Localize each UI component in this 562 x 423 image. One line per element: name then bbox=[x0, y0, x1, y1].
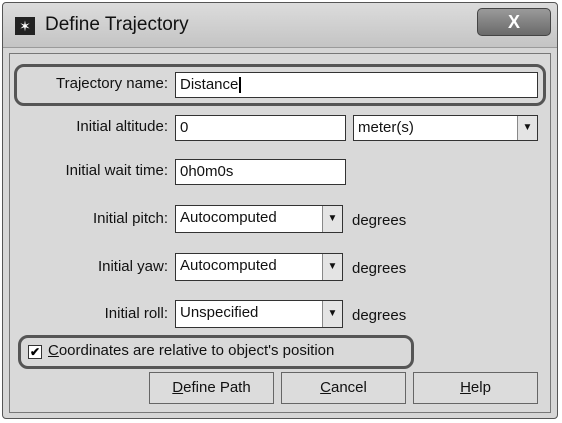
define-path-mnemonic: D bbox=[172, 379, 184, 396]
help-button[interactable]: Help bbox=[413, 372, 538, 404]
trajectory-name-label: Trajectory name: bbox=[56, 75, 168, 92]
initial-roll-select[interactable]: Unspecified ▼ bbox=[175, 300, 343, 328]
relative-coordinates-text: oordinates are relative to object's posi… bbox=[58, 342, 335, 359]
dialog-body: Trajectory name: Distance Initial altitu… bbox=[9, 53, 551, 413]
define-path-text: efine Path bbox=[183, 379, 251, 396]
dialog-title: Define Trajectory bbox=[45, 14, 189, 35]
relative-coordinates-label[interactable]: Coordinates are relative to object's pos… bbox=[48, 342, 334, 359]
initial-altitude-label: Initial altitude: bbox=[76, 118, 168, 135]
initial-pitch-value: Autocomputed bbox=[180, 209, 277, 226]
star-app-icon: ✶ bbox=[15, 17, 35, 35]
define-path-button[interactable]: Define Path bbox=[149, 372, 274, 404]
initial-yaw-select[interactable]: Autocomputed ▼ bbox=[175, 253, 343, 281]
initial-wait-time-label: Initial wait time: bbox=[65, 162, 168, 179]
initial-pitch-select[interactable]: Autocomputed ▼ bbox=[175, 205, 343, 233]
help-text: elp bbox=[470, 379, 491, 396]
chevron-down-icon[interactable]: ▼ bbox=[322, 254, 342, 280]
text-caret bbox=[239, 77, 242, 94]
chevron-down-icon[interactable]: ▼ bbox=[322, 206, 342, 232]
help-mnemonic: H bbox=[460, 379, 471, 396]
initial-roll-value: Unspecified bbox=[180, 304, 259, 321]
relative-coordinates-mnemonic: C bbox=[48, 342, 59, 359]
initial-altitude-input[interactable]: 0 bbox=[175, 115, 346, 141]
chevron-down-icon[interactable]: ▼ bbox=[322, 301, 342, 327]
initial-roll-label: Initial roll: bbox=[104, 305, 168, 322]
initial-pitch-unit: degrees bbox=[352, 212, 407, 229]
altitude-unit-value: meter(s) bbox=[358, 119, 414, 136]
title-bar[interactable]: ✶ Define Trajectory X bbox=[3, 3, 557, 48]
cancel-mnemonic: C bbox=[320, 379, 331, 396]
initial-wait-time-input[interactable]: 0h0m0s bbox=[175, 159, 346, 185]
initial-yaw-value: Autocomputed bbox=[180, 257, 277, 274]
initial-yaw-label: Initial yaw: bbox=[97, 258, 168, 275]
trajectory-name-value: Distance bbox=[180, 76, 239, 93]
cancel-text: ancel bbox=[330, 379, 367, 396]
initial-pitch-label: Initial pitch: bbox=[92, 210, 168, 227]
cancel-button[interactable]: Cancel bbox=[281, 372, 406, 404]
define-trajectory-dialog: ✶ Define Trajectory X Trajectory name: D… bbox=[2, 2, 558, 419]
close-button[interactable]: X bbox=[477, 8, 551, 36]
chevron-down-icon[interactable]: ▼ bbox=[517, 116, 537, 140]
initial-roll-unit: degrees bbox=[352, 307, 407, 324]
altitude-unit-select[interactable]: meter(s) ▼ bbox=[353, 115, 538, 141]
relative-coordinates-checkbox[interactable]: ✔ bbox=[28, 345, 42, 359]
initial-yaw-unit: degrees bbox=[352, 260, 407, 277]
trajectory-name-input[interactable]: Distance bbox=[175, 72, 538, 98]
